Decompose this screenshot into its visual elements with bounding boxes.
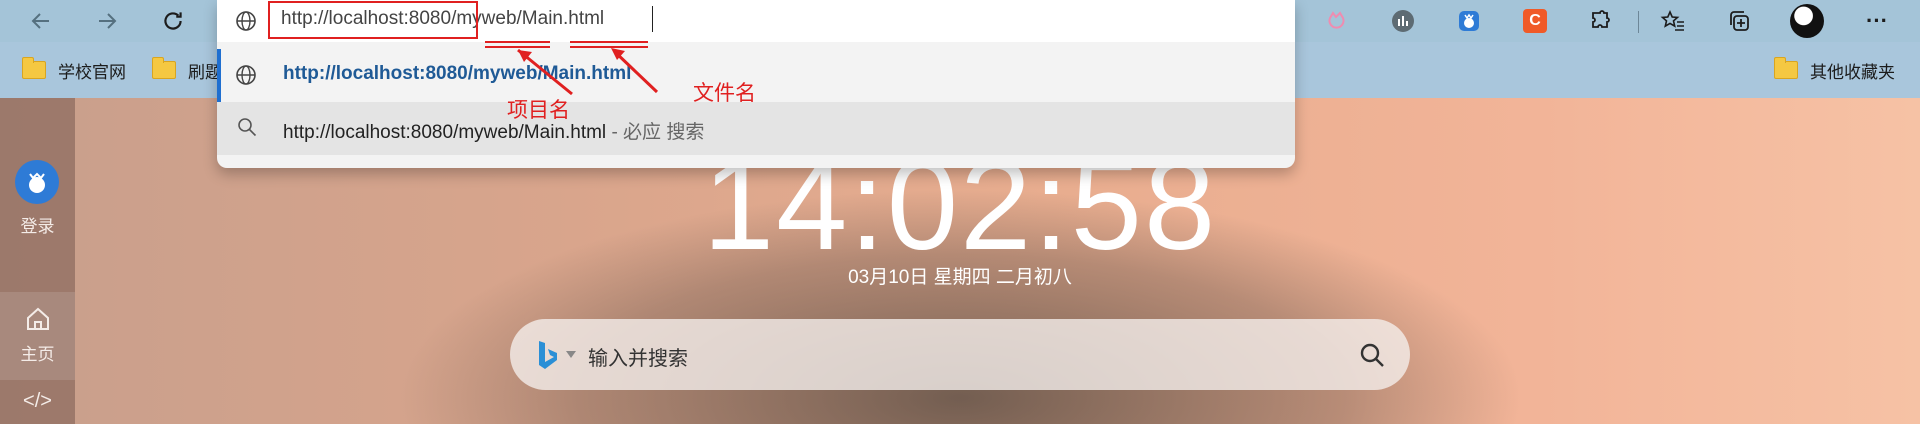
selection-indicator: [217, 49, 221, 102]
arrow-right-icon: [99, 13, 117, 29]
gray-extension-icon: [1392, 10, 1414, 32]
bookmark-other-favorites[interactable]: 其他收藏夹: [1774, 56, 1895, 84]
bookmark-label: 其他收藏夹: [1810, 62, 1895, 82]
collections-button[interactable]: [1724, 6, 1754, 36]
puzzle-icon: [1592, 10, 1610, 28]
folder-icon: [152, 57, 176, 79]
extensions-button[interactable]: [1585, 6, 1615, 36]
folder-icon: [22, 57, 46, 79]
bookmark-practice[interactable]: 刷题: [152, 56, 222, 84]
suggestion-row-url[interactable]: http://localhost:8080/myweb/Main.html: [217, 49, 1295, 102]
home-label: 主页: [20, 345, 55, 364]
arrow-left-icon: [31, 13, 49, 29]
search-icon: [238, 118, 257, 137]
globe-icon: [236, 65, 256, 85]
search-placeholder: 输入并搜索: [588, 348, 688, 370]
login-avatar[interactable]: [15, 160, 59, 204]
profile-button[interactable]: [1790, 4, 1824, 38]
more-icon: ···: [1866, 8, 1888, 33]
clock-date: 03月10日 星期四 二月初八: [848, 267, 1072, 288]
chevron-down-icon[interactable]: [566, 351, 576, 358]
favorites-button[interactable]: [1658, 6, 1688, 36]
login-label[interactable]: 登录: [0, 212, 75, 237]
code-nav-item[interactable]: </>: [0, 390, 75, 413]
profile-avatar: [1790, 4, 1824, 38]
annotation-host-box: [268, 1, 478, 39]
globe-icon: [236, 11, 256, 31]
more-button[interactable]: ···: [1862, 6, 1892, 36]
collections-icon: [1730, 11, 1749, 31]
annotation-file-name: 文件名: [693, 82, 756, 105]
refresh-icon: [164, 12, 182, 30]
bookmark-school-site[interactable]: 学校官网: [22, 56, 126, 84]
left-sidebar: 登录 主页 </>: [0, 98, 75, 424]
text-cursor: [652, 6, 653, 32]
bird-icon: [29, 172, 45, 193]
back-button[interactable]: [24, 5, 58, 37]
pink-extension-button[interactable]: [1322, 6, 1352, 36]
home-nav-item[interactable]: 主页: [0, 292, 75, 380]
bing-logo-icon: [539, 341, 557, 369]
annotation-project-name: 项目名: [507, 99, 570, 122]
c-extension-icon: C: [1523, 9, 1547, 33]
home-icon: [27, 307, 49, 330]
favorites-icon: [1660, 10, 1684, 31]
gray-extension-button[interactable]: [1388, 6, 1418, 36]
toolbar-divider: [1638, 11, 1639, 33]
forward-button[interactable]: [90, 5, 124, 37]
blue-bird-icon: [1459, 11, 1479, 31]
search-icon[interactable]: [1358, 341, 1386, 369]
suggestion-row-search[interactable]: http://localhost:8080/myweb/Main.html - …: [217, 102, 1295, 155]
pink-extension-icon: [1328, 11, 1345, 29]
blue-bird-button[interactable]: [1454, 6, 1484, 36]
refresh-button[interactable]: [156, 5, 190, 37]
page-search-box[interactable]: 输入并搜索: [510, 319, 1410, 390]
bookmark-label: 学校官网: [58, 62, 126, 82]
folder-icon: [1774, 57, 1798, 79]
c-extension-button[interactable]: C: [1520, 6, 1550, 36]
